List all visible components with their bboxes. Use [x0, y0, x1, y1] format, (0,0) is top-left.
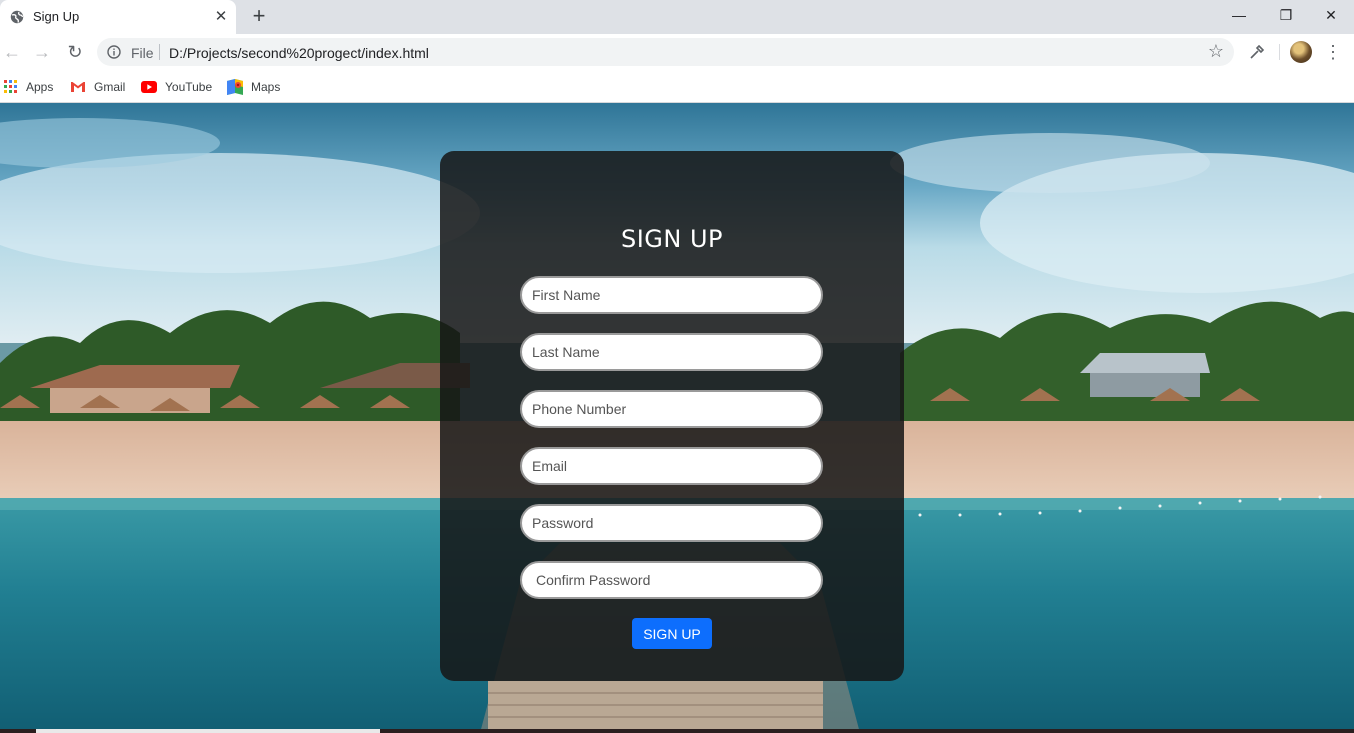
bookmark-maps-label: Maps [251, 79, 281, 94]
address-bar[interactable]: File D:/Projects/second%20progect/index.… [97, 38, 1234, 66]
first-name-input[interactable] [520, 276, 823, 314]
apps-grid-icon [4, 79, 17, 93]
new-tab-icon[interactable]: + [248, 5, 270, 27]
signup-card: SIGN UP SIGN UP [440, 151, 904, 681]
password-input[interactable] [520, 504, 823, 542]
form-title: SIGN UP [620, 225, 724, 253]
close-tab-icon[interactable]: ✕ [212, 8, 230, 26]
horizontal-scrollbar[interactable] [0, 729, 1354, 733]
bookmark-star-icon[interactable]: ☆ [1208, 41, 1224, 62]
gmail-icon [70, 80, 86, 93]
window-close-icon[interactable]: ✕ [1308, 0, 1354, 30]
info-icon[interactable] [107, 45, 121, 59]
email-input[interactable] [520, 447, 823, 485]
forward-icon[interactable]: → [30, 40, 54, 64]
bookmark-gmail-label: Gmail [94, 79, 126, 94]
bookmarks-bar: Apps Gmail YouTube Maps [0, 70, 1354, 103]
youtube-icon [141, 80, 157, 93]
bookmark-maps[interactable]: Maps [227, 77, 280, 95]
signup-button[interactable]: SIGN UP [632, 618, 712, 649]
browser-tab[interactable]: Sign Up ✕ [0, 0, 236, 34]
address-url[interactable]: D:/Projects/second%20progect/index.html [169, 45, 429, 61]
page-viewport: SIGN UP SIGN UP [0, 103, 1354, 733]
minimize-icon[interactable]: — [1216, 0, 1262, 30]
bookmark-youtube[interactable]: YouTube [141, 77, 212, 95]
bookmark-gmail[interactable]: Gmail [70, 77, 125, 95]
toolbar-divider [1279, 44, 1280, 60]
confirm-password-input[interactable] [520, 561, 823, 599]
address-scheme: File [131, 45, 154, 61]
back-icon[interactable]: ← [0, 40, 24, 64]
bookmark-youtube-label: YouTube [165, 79, 213, 94]
globe-icon [10, 10, 24, 24]
bookmark-apps-label: Apps [26, 79, 54, 94]
profile-avatar[interactable] [1290, 41, 1312, 63]
phone-number-input[interactable] [520, 390, 823, 428]
restore-icon[interactable]: ❐ [1263, 0, 1309, 30]
maps-icon [227, 78, 243, 95]
scrollbar-thumb[interactable] [36, 729, 380, 733]
last-name-input[interactable] [520, 333, 823, 371]
bookmark-apps[interactable]: Apps [4, 77, 53, 95]
menu-kebab-icon[interactable]: ⋮ [1321, 40, 1345, 64]
reload-icon[interactable]: ↻ [63, 40, 87, 64]
address-divider [159, 44, 160, 60]
browser-toolbar: ← → ↻ File D:/Projects/second%20progect/… [0, 34, 1354, 70]
extension-eyedropper-icon[interactable] [1245, 40, 1269, 64]
tab-strip: Sign Up ✕ + — ❐ ✕ [0, 0, 1354, 34]
tab-title: Sign Up [33, 9, 80, 24]
